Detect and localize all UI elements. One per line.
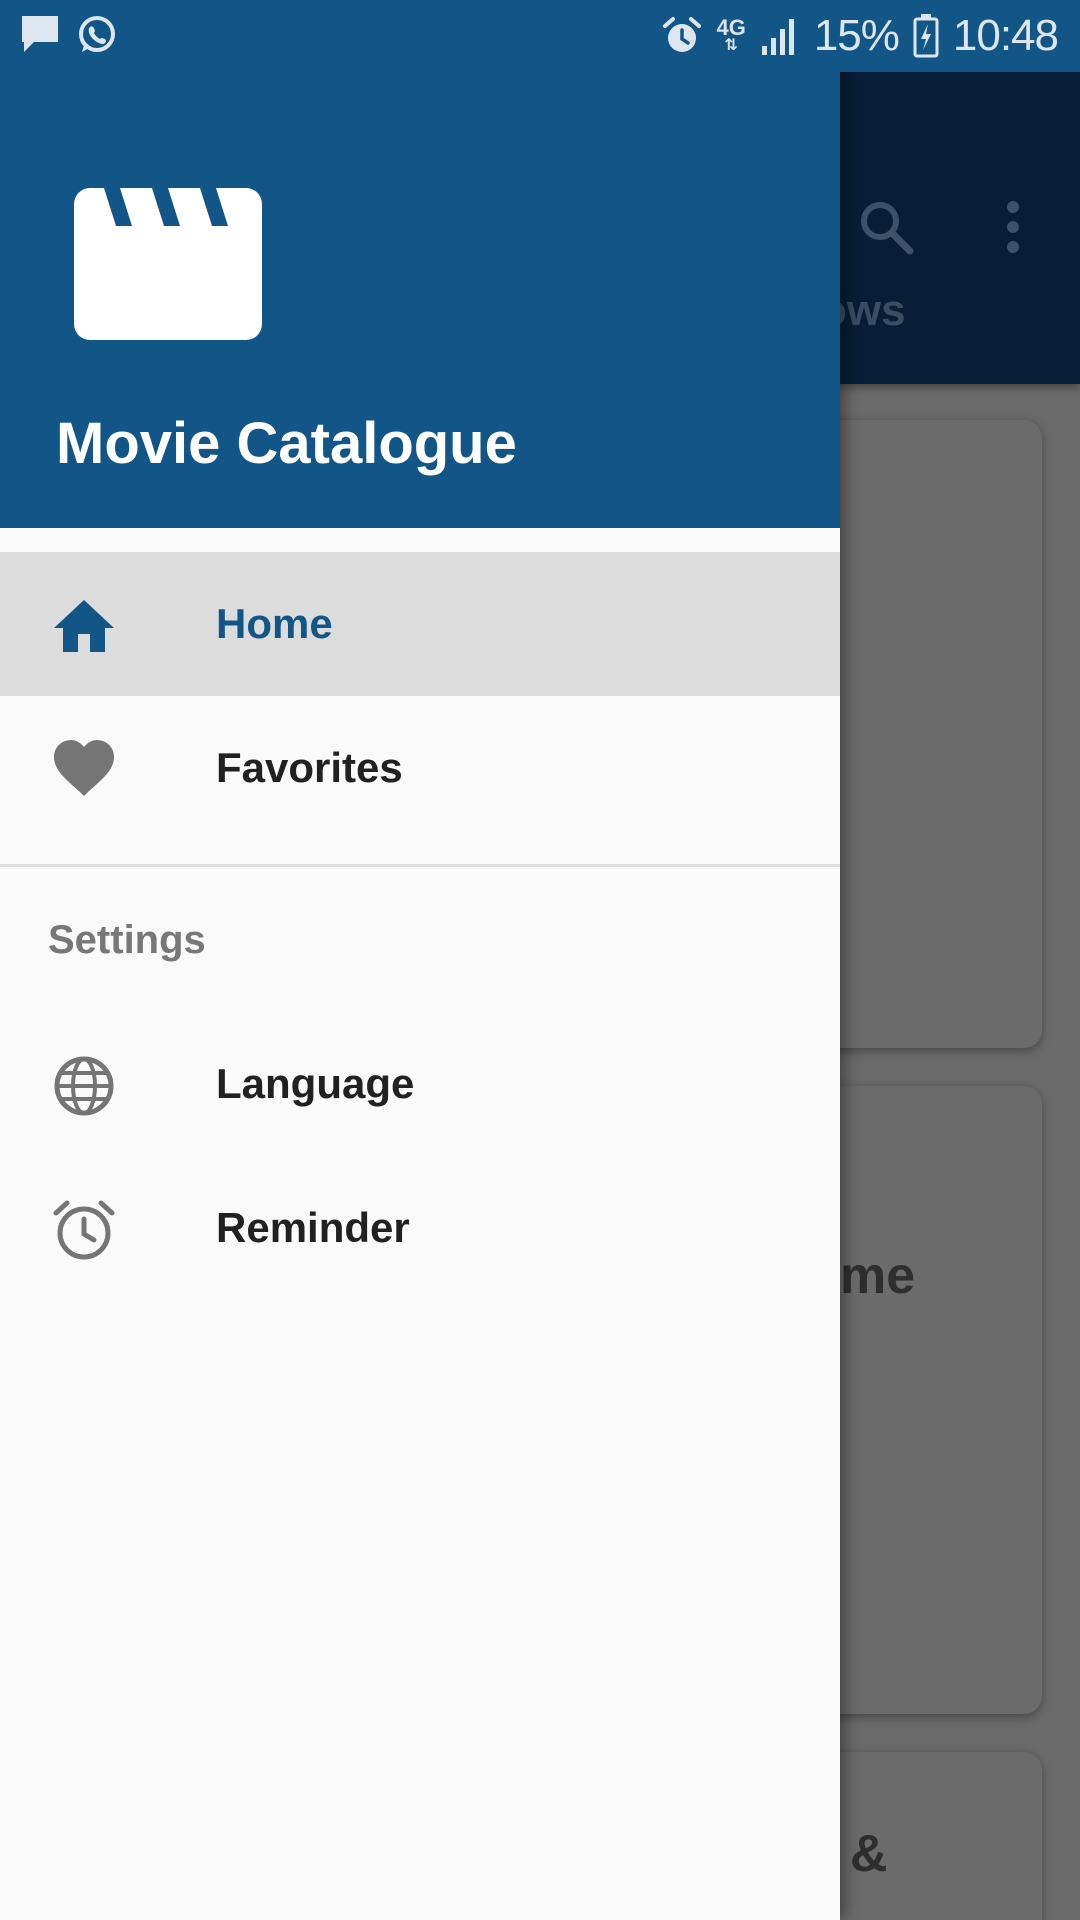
network-label: 4G <box>716 15 746 40</box>
nav-item-label: Home <box>216 600 333 647</box>
settings-section-title: Settings <box>48 918 206 962</box>
nav-item-label: Reminder <box>216 1204 410 1251</box>
search-icon[interactable] <box>856 197 916 257</box>
more-vert-icon[interactable] <box>995 197 1031 257</box>
notification-icons <box>20 14 118 56</box>
status-bar: 4G ⇅ 15% 10:48 <box>0 0 1080 72</box>
clapperboard-icon <box>74 188 262 340</box>
navigation-drawer: Movie Catalogue Home Favorites Settings <box>0 0 840 1920</box>
drawer-header: Movie Catalogue <box>0 0 840 528</box>
alarm-icon <box>663 17 702 52</box>
heart-icon <box>54 740 114 796</box>
nav-item-label: Language <box>216 1060 415 1107</box>
nav-item-reminder[interactable]: Reminder <box>0 1156 840 1300</box>
whatsapp-icon <box>79 16 115 52</box>
nav-item-favorites[interactable]: Favorites <box>0 696 840 840</box>
data-arrows-icon: ⇅ <box>724 37 738 54</box>
alarm-clock-icon <box>53 1200 115 1260</box>
battery-icon <box>913 14 939 58</box>
clock: 10:48 <box>952 11 1059 60</box>
signal-icon <box>761 19 794 55</box>
nav-item-home[interactable]: Home <box>0 552 840 696</box>
battery-percent: 15% <box>813 11 900 60</box>
home-icon <box>54 600 114 652</box>
nav-item-label: Favorites <box>216 744 403 791</box>
status-indicators: 4G ⇅ 15% 10:48 <box>662 6 1059 66</box>
drawer-divider <box>0 864 840 867</box>
screen: ows me & 4G ⇅ 15% 10:48 Movie Catalogue … <box>0 0 1080 1920</box>
nav-item-language[interactable]: Language <box>0 1012 840 1156</box>
background-card-text: & <box>850 1825 888 1883</box>
drawer-title: Movie Catalogue <box>56 411 517 476</box>
globe-icon <box>54 1056 114 1116</box>
background-card-text: me <box>840 1247 916 1305</box>
network-type: 4G ⇅ <box>716 15 746 54</box>
message-icon <box>22 16 58 52</box>
